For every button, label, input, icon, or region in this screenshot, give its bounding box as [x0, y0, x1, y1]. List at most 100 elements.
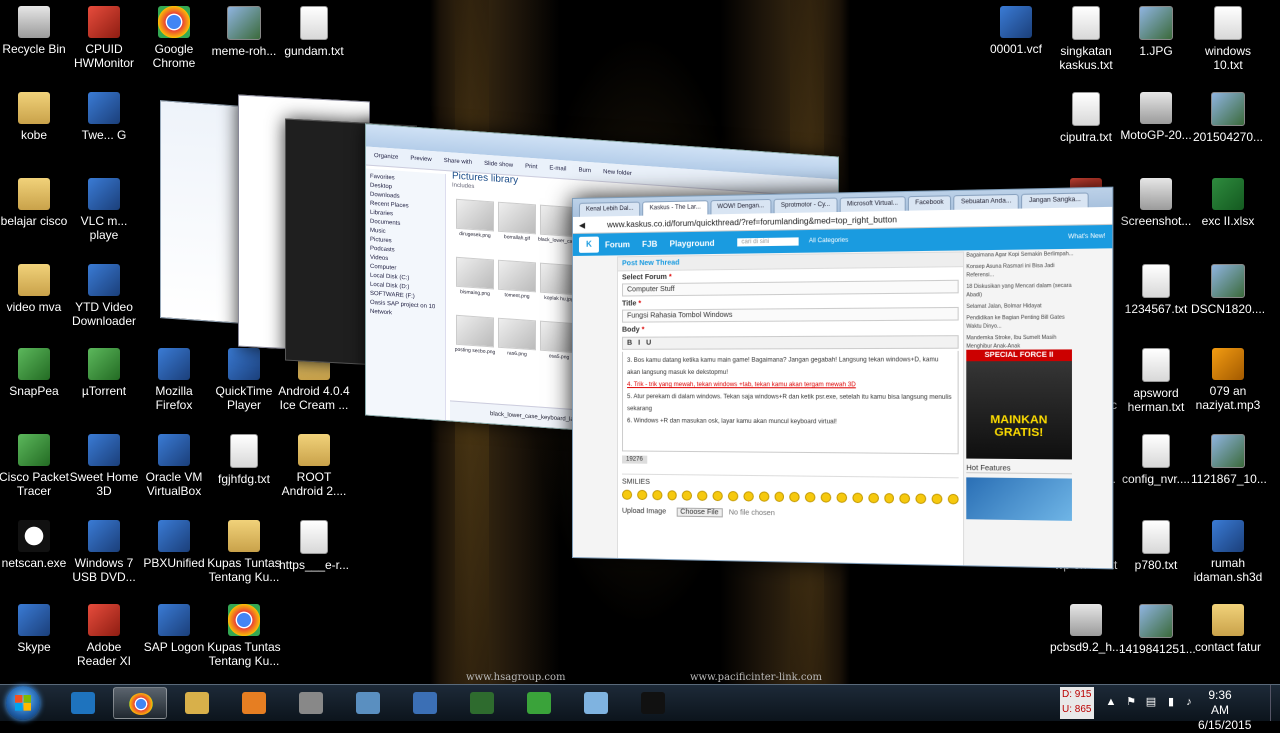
smiley-icon[interactable] — [774, 491, 785, 503]
desktop-icon[interactable]: Recycle Bin — [0, 6, 71, 56]
back-icon[interactable]: ◀ — [579, 220, 585, 229]
file-thumbnail[interactable] — [498, 259, 536, 293]
desktop-icon[interactable]: MotoGP-20... — [1119, 92, 1193, 142]
nav-fjb[interactable]: FJB — [642, 239, 657, 248]
desktop-icon[interactable]: 201504270... — [1191, 92, 1265, 144]
sidebar-thread-link[interactable]: Bagaimana Agar Kopi Semakin Berlimpah... — [966, 250, 1076, 260]
browser-tab[interactable]: WOW! Dengan... — [710, 198, 772, 215]
smiley-icon[interactable] — [682, 490, 693, 501]
desktop-icon[interactable]: belajar cisco — [0, 178, 71, 228]
whats-new-link[interactable]: What's New! — [1068, 234, 1105, 241]
taskbar-button[interactable] — [284, 687, 338, 719]
desktop-icon[interactable]: Oracle VM VirtualBox — [137, 434, 211, 498]
toolbar-burn[interactable]: Burn — [578, 167, 591, 174]
browser-tab[interactable]: Microsoft Virtual... — [839, 196, 906, 212]
taskbar-button[interactable] — [56, 687, 110, 719]
address-url[interactable]: www.kaskus.co.id/forum/quickthread/?ref=… — [607, 215, 897, 229]
toolbar-slideshow[interactable]: Slide show — [484, 161, 513, 169]
browser-tab[interactable]: Kenal Lebih Dal... — [578, 201, 641, 217]
smiley-icon[interactable] — [727, 491, 739, 502]
smiley-icon[interactable] — [931, 493, 943, 505]
desktop-icon[interactable]: 1.JPG — [1119, 6, 1193, 58]
desktop-icon[interactable]: 1121867_10... — [1191, 434, 1267, 486]
desktop-icon[interactable]: kobe — [0, 92, 71, 142]
smiley-icon[interactable] — [758, 491, 769, 502]
toolbar-print[interactable]: Print — [525, 164, 537, 171]
desktop-icon[interactable]: 1419841251... — [1119, 604, 1196, 656]
smiley-icon[interactable] — [636, 489, 647, 501]
kaskus-logo-icon[interactable]: K — [578, 236, 599, 253]
smiley-icon[interactable] — [789, 491, 801, 503]
file-thumbnail[interactable] — [456, 198, 494, 232]
smiley-icon[interactable] — [652, 490, 663, 501]
taskbar-button[interactable] — [113, 687, 167, 719]
desktop-icon[interactable]: 079 an naziyat.mp3 — [1191, 348, 1265, 412]
desktop-icon[interactable]: µTorrent — [67, 348, 141, 398]
smiley-icon[interactable] — [743, 491, 754, 502]
tray-network-icon[interactable]: ▤ — [1144, 695, 1158, 709]
toolbar-preview[interactable]: Preview — [410, 156, 431, 163]
browser-tab[interactable]: Sebuatan Anda... — [953, 193, 1020, 210]
smiley-icon[interactable] — [868, 492, 879, 504]
taskbar-button[interactable] — [170, 687, 224, 719]
desktop-icon[interactable]: Google Chrome — [137, 6, 211, 70]
desktop-icon[interactable]: meme-roh... — [207, 6, 281, 58]
desktop-icon[interactable]: CPUID HWMonitor — [67, 6, 141, 70]
sidebar-thread-link[interactable]: Selamat Jalan, Bolmar Hidayat — [966, 302, 1076, 311]
desktop-icon[interactable]: Windows 7 USB DVD... — [67, 520, 141, 584]
desktop-icon[interactable]: p780.txt — [1119, 520, 1193, 572]
title-input[interactable]: Fungsi Rahasia Tombol Windows — [622, 306, 959, 323]
tray-volume-icon[interactable]: ♪ — [1182, 695, 1196, 709]
desktop-icon[interactable]: YTD Video Downloader — [67, 264, 141, 328]
taskbar-button[interactable] — [398, 687, 452, 719]
desktop-icon[interactable]: windows 10.txt — [1191, 6, 1265, 72]
choose-file-button[interactable]: Choose File — [676, 507, 723, 518]
desktop-icon[interactable]: Mozilla Firefox — [137, 348, 211, 412]
file-thumbnail[interactable] — [456, 314, 494, 348]
hot-features-image[interactable] — [966, 477, 1072, 521]
smiley-icon[interactable] — [622, 489, 632, 500]
desktop-icon[interactable]: SAP Logon — [137, 604, 211, 654]
taskbar-button[interactable] — [227, 687, 281, 719]
desktop-icon[interactable]: gundam.txt — [277, 6, 351, 58]
browser-tab[interactable]: Sprotmotor - Cy... — [773, 197, 838, 214]
ad-cta[interactable]: MAINKAN GRATIS! — [966, 414, 1072, 440]
desktop-icon[interactable]: Screenshot... — [1119, 178, 1193, 228]
browser-tab[interactable]: Jangan Sangka... — [1021, 192, 1089, 209]
desktop-icon[interactable]: singkatan kaskus.txt — [1049, 6, 1123, 72]
desktop-icon[interactable]: QuickTime Player — [207, 348, 281, 412]
editor-toolbar[interactable]: B I U — [622, 335, 959, 350]
desktop-icon[interactable]: VLC m... playe — [67, 178, 141, 242]
taskbar-button[interactable] — [455, 687, 509, 719]
toolbar-new-folder[interactable]: New folder — [603, 169, 632, 177]
toolbar-email[interactable]: E-mail — [549, 165, 566, 172]
smiley-icon[interactable] — [836, 492, 847, 503]
clock[interactable]: 9:36 AM 6/15/2015 — [1198, 688, 1251, 733]
show-desktop-button[interactable] — [1270, 685, 1280, 721]
desktop-icon[interactable]: Kupas Tuntas Tentang Ku... — [207, 520, 281, 584]
flip3d-window-browser-kaskus[interactable]: Kenal Lebih Dal... Kaskus - The Lar... WOW… — [572, 186, 1114, 570]
sidebar-thread-link[interactable]: 18 Diskusikan yang Mencari dalam (secara… — [966, 282, 1076, 300]
desktop-icon[interactable]: https___e-r... — [277, 520, 351, 572]
ad-banner[interactable]: SPECIAL FORCE II MAINKAN GRATIS! — [966, 349, 1072, 460]
desktop-icon[interactable]: Cisco Packet Tracer — [0, 434, 71, 498]
desktop-icon[interactable]: netscan.exe — [0, 520, 71, 570]
taskbar-button[interactable] — [512, 687, 566, 719]
sidebar-thread-link[interactable]: Konsep Asuna Rasmari ini Bisa Jadi Refer… — [966, 262, 1076, 280]
browser-tab[interactable]: Kaskus - The Lar... — [642, 200, 709, 216]
desktop-icon[interactable]: DSCN1820.... — [1191, 264, 1265, 316]
desktop-icon[interactable]: rumah idaman.sh3d — [1191, 520, 1265, 584]
toolbar-share[interactable]: Share with — [444, 158, 472, 166]
nav-playground[interactable]: Playground — [670, 238, 715, 248]
desktop-icon[interactable]: Adobe Reader XI — [67, 604, 141, 668]
tray-arrow-icon[interactable]: ▲ — [1104, 695, 1118, 709]
desktop-icon[interactable]: Kupas Tuntas Tentang Ku... — [207, 604, 281, 668]
desktop-icon[interactable]: config_nvr.... — [1119, 434, 1193, 486]
desktop-icon[interactable]: apsword herman.txt — [1119, 348, 1193, 414]
body-textarea[interactable]: 3. Bos kamu datang ketika kamu main game… — [622, 350, 959, 455]
nav-forum[interactable]: Forum — [605, 240, 630, 249]
tray-flag-icon[interactable]: ⚑ — [1124, 695, 1138, 709]
smiley-icon[interactable] — [915, 493, 927, 505]
taskbar-button[interactable] — [626, 687, 680, 719]
smiley-icon[interactable] — [667, 490, 678, 501]
